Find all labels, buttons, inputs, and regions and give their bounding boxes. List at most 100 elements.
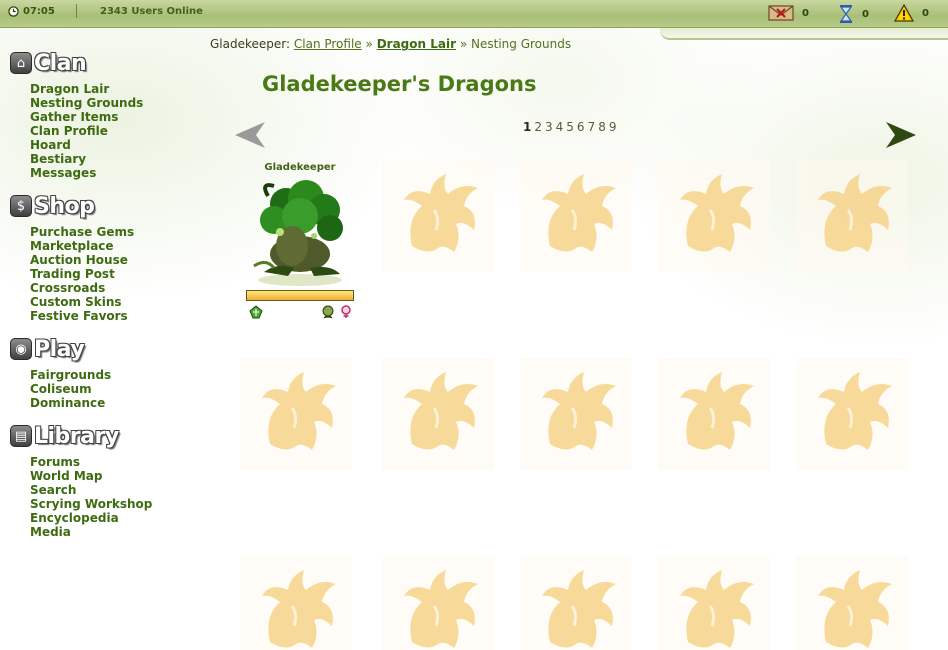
dragon-silhouette-icon <box>382 358 494 470</box>
clan-links: Dragon Lair Nesting Grounds Gather Items… <box>30 81 210 180</box>
top-status-bar: 07:05 2343 Users Online 0 0 0 <box>0 0 948 28</box>
shop-icon: $ <box>10 195 32 217</box>
page-link-9[interactable]: 9 <box>609 120 617 134</box>
page-link-1[interactable]: 1 <box>523 120 531 134</box>
next-page-button[interactable] <box>884 121 916 153</box>
sidebar-item-clan-profile[interactable]: Clan Profile <box>30 124 108 138</box>
sidebar-item-gather-items[interactable]: Gather Items <box>30 110 118 124</box>
sidebar-item-dragon-lair[interactable]: Dragon Lair <box>30 82 109 96</box>
alert-count: 0 <box>922 7 929 19</box>
dragon-silhouette-icon <box>520 556 632 650</box>
server-clock: 07:05 <box>8 6 55 17</box>
sidebar-item-trading-post[interactable]: Trading Post <box>30 267 115 281</box>
dragon-silhouette-icon <box>658 556 770 650</box>
breadcrumb-separator: » <box>365 37 373 51</box>
section-header-library: ▤ Library <box>10 423 210 449</box>
breadcrumb-dragon-lair[interactable]: Dragon Lair <box>377 37 456 51</box>
sidebar-item-search[interactable]: Search <box>30 483 76 497</box>
empty-dragon-slot[interactable] <box>796 358 908 470</box>
play-icon: ◉ <box>10 338 32 360</box>
shop-links: Purchase Gems Marketplace Auction House … <box>30 224 210 323</box>
divider <box>76 4 77 18</box>
nature-flight-icon[interactable] <box>249 305 263 319</box>
sidebar-item-marketplace[interactable]: Marketplace <box>30 239 114 253</box>
breadcrumb-clan-profile[interactable]: Clan Profile <box>294 37 362 51</box>
dragon-silhouette-icon <box>658 160 770 272</box>
empty-dragon-slot[interactable] <box>658 556 770 650</box>
library-links: Forums World Map Search Scrying Workshop… <box>30 454 210 539</box>
sidebar-item-dominance[interactable]: Dominance <box>30 396 105 410</box>
page-link-3[interactable]: 3 <box>545 120 553 134</box>
page-link-7[interactable]: 7 <box>588 120 596 134</box>
sidebar-item-festive-favors[interactable]: Festive Favors <box>30 309 128 323</box>
arrow-left-icon <box>235 122 265 148</box>
dragon-portrait[interactable] <box>244 176 356 288</box>
sidebar-item-crossroads[interactable]: Crossroads <box>30 281 105 295</box>
empty-dragon-slot[interactable] <box>796 160 908 272</box>
female-gender-icon[interactable] <box>339 305 353 319</box>
breadcrumb-separator: » <box>459 37 468 51</box>
warning-icon <box>894 4 914 22</box>
dragon-silhouette-icon <box>382 160 494 272</box>
empty-dragon-slot[interactable] <box>240 556 352 650</box>
section-header-play: ◉ Play <box>10 336 210 362</box>
dragon-breed-icon[interactable] <box>321 305 335 319</box>
section-title: Library <box>34 423 119 449</box>
sidebar-item-world-map[interactable]: World Map <box>30 469 102 483</box>
dragon-silhouette-icon <box>240 556 352 650</box>
sidebar-item-hoard[interactable]: Hoard <box>30 138 71 152</box>
breadcrumb-owner: Gladekeeper: <box>210 37 291 51</box>
section-header-clan: ⌂ Clan <box>10 50 210 76</box>
breadcrumb-nesting-grounds: Nesting Grounds <box>471 37 572 51</box>
dragon-silhouette-icon <box>796 160 908 272</box>
sidebar-item-purchase-gems[interactable]: Purchase Gems <box>30 225 134 239</box>
empty-dragon-slot[interactable] <box>796 556 908 650</box>
dragon-silhouette-icon <box>796 358 908 470</box>
users-online-text[interactable]: 2343 Users Online <box>100 6 203 17</box>
dragon-card[interactable]: Gladekeeper <box>244 162 356 288</box>
sidebar-item-coliseum[interactable]: Coliseum <box>30 382 92 396</box>
sidebar-item-custom-skins[interactable]: Custom Skins <box>30 295 122 309</box>
empty-dragon-slot[interactable] <box>240 358 352 470</box>
previous-page-button[interactable] <box>235 121 267 153</box>
sidebar-nav: ⌂ Clan Dragon Lair Nesting Grounds Gathe… <box>10 50 210 552</box>
timers-indicator[interactable]: 0 <box>838 4 869 24</box>
sidebar-item-auction-house[interactable]: Auction House <box>30 253 128 267</box>
empty-dragon-slot[interactable] <box>382 556 494 650</box>
breadcrumb: Gladekeeper: Clan Profile » Dragon Lair … <box>210 37 571 51</box>
sidebar-item-messages[interactable]: Messages <box>30 166 96 180</box>
empty-dragon-slot[interactable] <box>658 358 770 470</box>
energy-bar <box>246 290 354 301</box>
alerts-indicator[interactable]: 0 <box>894 4 929 22</box>
page-link-6[interactable]: 6 <box>577 120 585 134</box>
empty-dragon-slot[interactable] <box>658 160 770 272</box>
sidebar-item-encyclopedia[interactable]: Encyclopedia <box>30 511 119 525</box>
sidebar-item-scrying-workshop[interactable]: Scrying Workshop <box>30 497 152 511</box>
dragon-silhouette-icon <box>382 556 494 650</box>
sidebar-section-shop: $ Shop Purchase Gems Marketplace Auction… <box>10 193 210 323</box>
empty-dragon-slot[interactable] <box>520 160 632 272</box>
empty-dragon-slot[interactable] <box>520 556 632 650</box>
sidebar-item-bestiary[interactable]: Bestiary <box>30 152 86 166</box>
page-link-2[interactable]: 2 <box>534 120 542 134</box>
home-icon: ⌂ <box>10 52 32 74</box>
sidebar-item-nesting-grounds[interactable]: Nesting Grounds <box>30 96 143 110</box>
clock-icon <box>8 6 19 17</box>
clock-time: 07:05 <box>23 6 55 17</box>
empty-dragon-slot[interactable] <box>382 160 494 272</box>
sidebar-item-forums[interactable]: Forums <box>30 455 80 469</box>
dragon-name[interactable]: Gladekeeper <box>244 162 356 176</box>
dragon-status-icons <box>249 305 355 321</box>
page-link-4[interactable]: 4 <box>556 120 564 134</box>
empty-dragon-slot[interactable] <box>520 358 632 470</box>
sidebar-item-fairgrounds[interactable]: Fairgrounds <box>30 368 111 382</box>
dragon-silhouette-icon <box>520 358 632 470</box>
empty-dragon-slot[interactable] <box>382 358 494 470</box>
mail-icon <box>768 5 794 21</box>
page-link-5[interactable]: 5 <box>566 120 574 134</box>
messages-indicator[interactable]: 0 <box>768 4 809 22</box>
page-link-8[interactable]: 8 <box>598 120 606 134</box>
sidebar-item-media[interactable]: Media <box>30 525 71 539</box>
section-title: Shop <box>34 193 95 219</box>
hourglass-icon <box>839 5 853 23</box>
